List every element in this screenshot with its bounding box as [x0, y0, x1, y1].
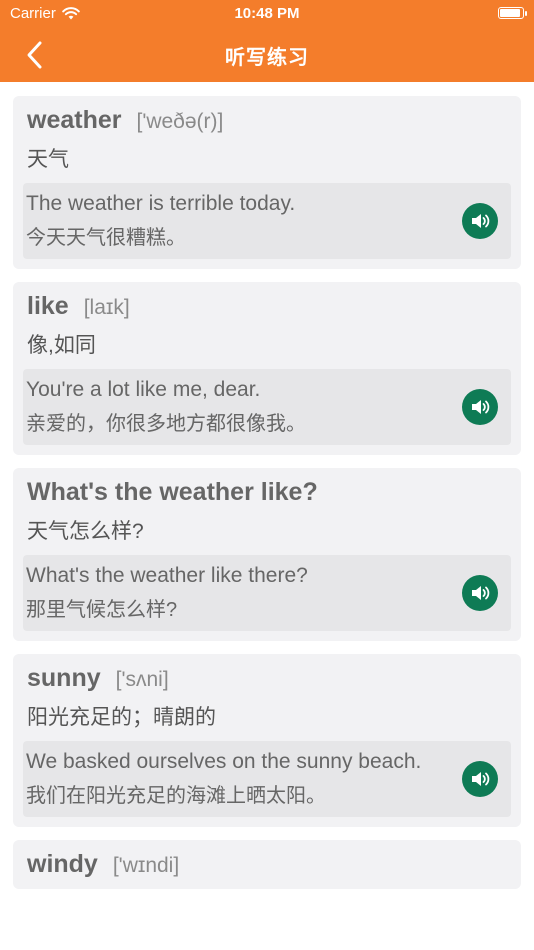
word-text: windy [27, 850, 98, 878]
play-audio-button[interactable] [462, 203, 498, 239]
word-meaning: 像,如同 [27, 334, 96, 357]
phonetic-text: [laɪk] [83, 296, 130, 319]
word-line: sunny ['sʌni] [23, 664, 511, 693]
example-english: What's the weather like there? [26, 564, 308, 587]
word-card: sunny ['sʌni] 阳光充足的；晴朗的 We basked oursel… [13, 654, 521, 827]
page-title: 听写练习 [225, 47, 309, 69]
word-line: windy ['wɪndi] [23, 850, 511, 879]
phonetic-text: ['wɪndi] [112, 854, 180, 877]
example-chinese: 今天天气很糟糕。 [26, 227, 186, 249]
navigation-bar: 听写练习 [0, 28, 534, 82]
word-card: weather ['weðə(r)] 天气 The weather is ter… [13, 96, 521, 269]
speaker-icon [472, 586, 490, 600]
play-audio-button[interactable] [462, 575, 498, 611]
example-box: The weather is terrible today. 今天天气很糟糕。 [23, 183, 511, 259]
example-chinese: 我们在阳光充足的海滩上晒太阳。 [26, 785, 326, 807]
speaker-icon [472, 772, 490, 786]
word-meaning: 阳光充足的；晴朗的 [27, 706, 216, 729]
phonetic-text: ['weðə(r)] [136, 110, 224, 133]
word-list: weather ['weðə(r)] 天气 The weather is ter… [0, 82, 534, 889]
word-line: weather ['weðə(r)] [23, 106, 511, 135]
word-card: What's the weather like? 天气怎么样? What's t… [13, 468, 521, 641]
battery-icon [498, 7, 527, 19]
status-bar: Carrier 10:48 PM [0, 0, 534, 28]
word-meaning: 天气 [27, 148, 69, 171]
play-audio-button[interactable] [462, 761, 498, 797]
example-box: We basked ourselves on the sunny beach. … [23, 741, 511, 817]
word-line: What's the weather like? [23, 478, 511, 507]
word-text: like [27, 292, 69, 320]
word-text: sunny [27, 664, 101, 692]
example-english: We basked ourselves on the sunny beach. [26, 750, 422, 773]
example-chinese: 亲爱的，你很多地方都很像我。 [26, 413, 306, 435]
play-audio-button[interactable] [462, 389, 498, 425]
word-line: like [laɪk] [23, 292, 511, 321]
example-box: What's the weather like there? 那里气候怎么样? [23, 555, 511, 631]
word-card: like [laɪk] 像,如同 You're a lot like me, d… [13, 282, 521, 455]
example-english: The weather is terrible today. [26, 192, 296, 215]
example-box: You're a lot like me, dear. 亲爱的，你很多地方都很像… [23, 369, 511, 445]
phonetic-text: ['sʌni] [115, 668, 169, 691]
example-english: You're a lot like me, dear. [26, 378, 261, 401]
app-header: Carrier 10:48 PM 听写练习 [0, 0, 534, 82]
speaker-icon [472, 214, 490, 228]
word-card: windy ['wɪndi] [13, 840, 521, 889]
example-chinese: 那里气候怎么样? [26, 599, 178, 621]
speaker-icon [472, 400, 490, 414]
word-meaning: 天气怎么样? [27, 520, 144, 543]
word-text: weather [27, 106, 122, 134]
status-time: 10:48 PM [234, 5, 300, 22]
word-text: What's the weather like? [27, 478, 318, 506]
